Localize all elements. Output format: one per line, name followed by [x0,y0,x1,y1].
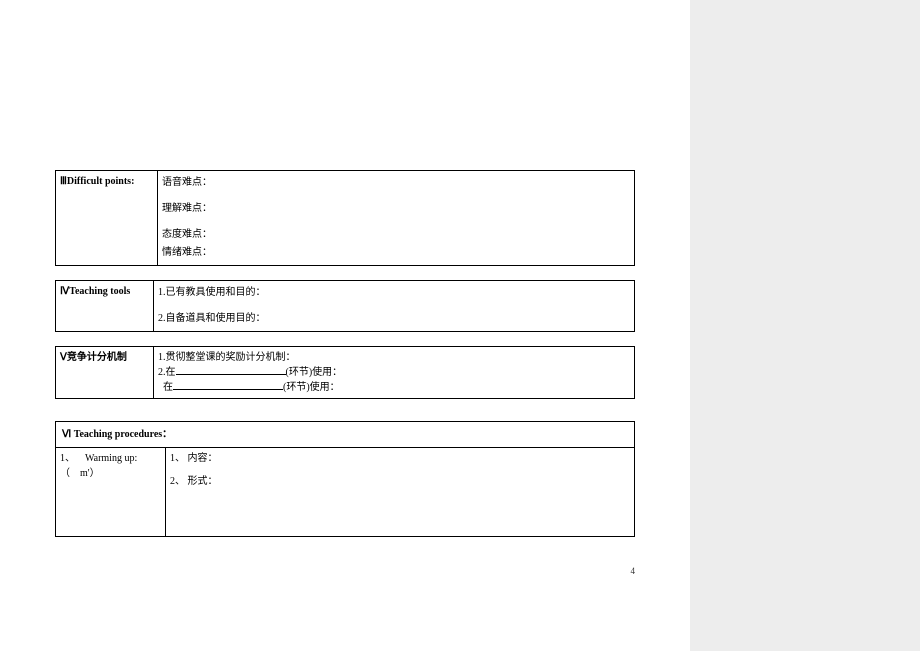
warming-content-2: 2、 形式： [170,474,630,489]
teaching-tools-2: 2.自备道具和使用目的： [158,310,630,328]
difficult-point-2: 理解难点： [162,200,630,218]
section-5-label: Ⅴ竞争计分机制 [56,347,154,399]
scoring-line-3: 在 (环节)使用： [158,380,630,395]
teaching-tools-1: 1.已有教具使用和目的： [158,284,630,302]
scoring-3-suffix: (环节)使用： [283,382,340,393]
table-row: ⅣTeaching tools 1.已有教具使用和目的： 2.自备道具和使用目的… [56,281,635,332]
section-4-content: 1.已有教具使用和目的： 2.自备道具和使用目的： [154,281,635,332]
warming-up-label-1: 1、 Warming up: [60,451,161,466]
scoring-2-prefix: 2.在 [158,367,176,378]
scoring-line-2: 2.在 (环节)使用： [158,365,630,380]
fill-blank [173,381,283,390]
table-row: Ⅵ Teaching procedures： [56,422,635,448]
section-3-label: ⅢDifficult points: [56,171,158,266]
page-number: 4 [631,566,636,576]
table-row: ⅢDifficult points: 语音难点： 理解难点： 态度难点： 情绪难… [56,171,635,266]
section-4-table: ⅣTeaching tools 1.已有教具使用和目的： 2.自备道具和使用目的… [55,280,635,332]
section-3-content: 语音难点： 理解难点： 态度难点： 情绪难点： [158,171,635,266]
section-3-table: ⅢDifficult points: 语音难点： 理解难点： 态度难点： 情绪难… [55,170,635,266]
section-4-label: ⅣTeaching tools [56,281,154,332]
warming-up-label-cell: 1、 Warming up: （ m'） [56,448,166,537]
table-row: Ⅴ竞争计分机制 1.贯彻整堂课的奖励计分机制： 2.在 (环节)使用： 在 (环节)… [56,347,635,399]
warming-up-content-cell: 1、 内容： 2、 形式： [166,448,635,537]
fill-blank [176,366,286,375]
section-6-roman: Ⅵ [62,429,71,440]
section-6-title: Teaching procedures： [74,429,172,440]
difficult-point-1: 语音难点： [162,174,630,192]
warming-up-label-2: （ m'） [60,466,161,481]
scoring-3-prefix: 在 [158,382,173,393]
section-6-table: Ⅵ Teaching procedures： 1、 Warming up: （ … [55,421,635,537]
section-5-content: 1.贯彻整堂课的奖励计分机制： 2.在 (环节)使用： 在 (环节)使用： [154,347,635,399]
difficult-point-4: 情绪难点： [162,244,630,262]
document-page: ⅢDifficult points: 语音难点： 理解难点： 态度难点： 情绪难… [0,0,690,651]
warming-content-1: 1、 内容： [170,451,630,466]
scoring-2-suffix: (环节)使用： [286,367,343,378]
difficult-point-3: 态度难点： [162,226,630,244]
scoring-line-1: 1.贯彻整堂课的奖励计分机制： [158,350,630,365]
section-6-header: Ⅵ Teaching procedures： [56,422,635,448]
section-5-table: Ⅴ竞争计分机制 1.贯彻整堂课的奖励计分机制： 2.在 (环节)使用： 在 (环节)… [55,346,635,399]
table-row: 1、 Warming up: （ m'） 1、 内容： 2、 形式： [56,448,635,537]
